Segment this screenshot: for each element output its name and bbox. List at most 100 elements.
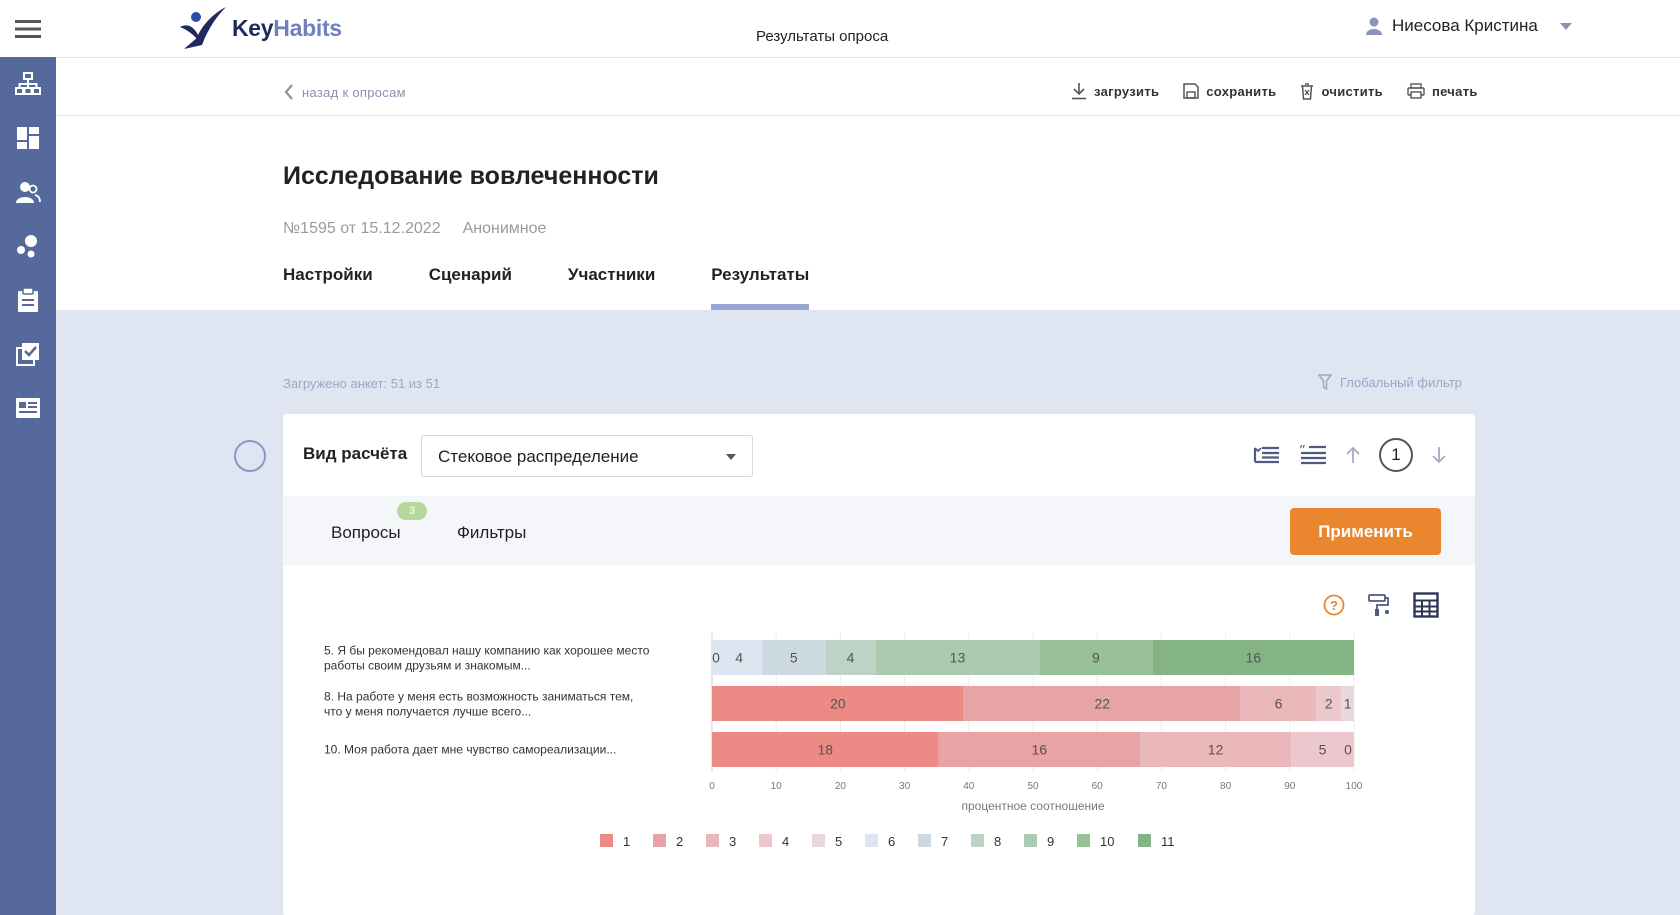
x-tick-label: 0 <box>709 781 715 792</box>
logo-key-text: Key <box>232 14 274 41</box>
svg-text:?: ? <box>1330 598 1338 613</box>
toolbar-actions: загрузить сохранить очистить печать <box>1071 82 1478 100</box>
bar-value-label: 13 <box>950 650 966 666</box>
x-tick-label: 60 <box>1092 781 1104 792</box>
bar-value-label: 22 <box>1094 696 1110 712</box>
legend-swatch <box>971 834 984 847</box>
chevron-left-icon <box>284 84 293 100</box>
apply-button[interactable]: Применить <box>1290 508 1441 555</box>
x-tick-label: 90 <box>1284 781 1296 792</box>
legend-swatch <box>918 834 931 847</box>
x-tick-label: 30 <box>899 781 911 792</box>
bar-value-label: 16 <box>1032 742 1048 758</box>
calc-type-select[interactable]: Стековое распределение <box>421 435 753 477</box>
filter-icon <box>1318 374 1332 390</box>
category-label: что у меня получается лучше всего... <box>324 705 531 719</box>
chart-tools: ? <box>1323 592 1439 618</box>
survey-title: Исследование вовлеченности <box>283 162 659 190</box>
tab-settings[interactable]: Настройки <box>283 263 373 310</box>
legend-label: 4 <box>782 834 789 849</box>
back-link-label: назад к опросам <box>302 84 406 100</box>
top-header: KeyHabits Результаты опроса Ниесова Крис… <box>56 0 1680 58</box>
logo-text: KeyHabits <box>232 15 342 42</box>
survey-meta: №1595 от 15.12.2022 Анонимное <box>283 220 546 238</box>
bar-value-label: 18 <box>818 742 834 758</box>
select-block-radio[interactable] <box>234 440 266 472</box>
back-to-surveys-link[interactable]: назад к опросам <box>284 84 406 100</box>
legend-swatch <box>812 834 825 847</box>
tab-scenario[interactable]: Сценарий <box>429 263 512 310</box>
paint-roller-icon[interactable] <box>1367 593 1391 617</box>
printer-icon <box>1407 83 1425 99</box>
download-button[interactable]: загрузить <box>1071 82 1159 100</box>
bar-value-label: 0 <box>712 650 720 666</box>
sidebar-item-tasks[interactable] <box>0 327 56 381</box>
calc-row: Вид расчёта Стековое распределение ” 1 <box>283 414 1475 494</box>
category-label: 5. Я бы рекомендовал нашу компанию как х… <box>324 644 650 658</box>
sidebar-item-dashboard[interactable] <box>0 111 56 165</box>
legend-label: 2 <box>676 834 683 849</box>
news-icon <box>16 398 40 418</box>
table-icon[interactable] <box>1413 592 1439 618</box>
dropdown-arrow-icon <box>726 454 736 460</box>
bar-value-label: 4 <box>735 650 743 666</box>
legend-label: 5 <box>835 834 842 849</box>
sidebar-item-surveys[interactable] <box>0 273 56 327</box>
x-tick-label: 80 <box>1220 781 1232 792</box>
x-tick-label: 20 <box>835 781 847 792</box>
tab-participants[interactable]: Участники <box>568 263 655 310</box>
clear-button[interactable]: очистить <box>1300 82 1383 100</box>
legend-swatch <box>1077 834 1090 847</box>
user-menu[interactable]: Ниесова Кристина <box>1366 16 1572 36</box>
category-label: 10. Моя работа дает мне чувство самореал… <box>324 743 616 757</box>
sidebar-item-users[interactable] <box>0 165 56 219</box>
survey-number: №1595 от 15.12.2022 <box>283 220 441 237</box>
bar-value-label: 12 <box>1208 742 1224 758</box>
org-chart-icon <box>15 72 41 95</box>
calc-type-value: Стековое распределение <box>438 447 639 466</box>
legend-label: 10 <box>1100 834 1114 849</box>
survey-type: Анонимное <box>462 220 547 237</box>
x-tick-label: 100 <box>1346 781 1363 792</box>
bar-value-label: 20 <box>830 696 846 712</box>
legend-swatch <box>759 834 772 847</box>
sidebar-item-analytics[interactable] <box>0 219 56 273</box>
svg-text:”: ” <box>1299 444 1306 459</box>
category-label: 8. На работе у меня есть возможность зан… <box>324 690 633 704</box>
questions-count-badge: 3 <box>397 502 427 520</box>
x-tick-label: 10 <box>771 781 783 792</box>
legend-label: 3 <box>729 834 736 849</box>
arrow-up-icon[interactable] <box>1345 446 1361 464</box>
download-label: загрузить <box>1094 83 1160 99</box>
sidebar-item-structure[interactable] <box>0 57 56 111</box>
bar-value-label: 16 <box>1246 650 1262 666</box>
save-label: сохранить <box>1206 83 1277 99</box>
global-filter-label: Глобальный фильтр <box>1340 374 1462 390</box>
page-title: Результаты опроса <box>756 28 889 45</box>
sidebar-item-news[interactable] <box>0 381 56 435</box>
print-button[interactable]: печать <box>1407 82 1478 100</box>
keyhabits-logo-icon <box>180 7 226 49</box>
bar-value-label: 1 <box>1344 696 1352 712</box>
x-tick-label: 50 <box>1027 781 1039 792</box>
print-label: печать <box>1431 83 1478 99</box>
block-number: 1 <box>1379 438 1413 472</box>
save-button[interactable]: сохранить <box>1183 82 1276 100</box>
bar-value-label: 9 <box>1092 650 1100 666</box>
hamburger-menu-button[interactable] <box>0 0 56 57</box>
tab-filters[interactable]: Фильтры <box>457 523 526 543</box>
tab-results[interactable]: Результаты <box>711 263 810 310</box>
logo[interactable]: KeyHabits <box>178 4 342 52</box>
global-filter-button[interactable]: Глобальный фильтр <box>1318 374 1462 390</box>
trash-icon <box>1301 82 1314 100</box>
help-icon[interactable]: ? <box>1323 594 1345 616</box>
legend-label: 1 <box>623 834 630 849</box>
x-tick-label: 70 <box>1156 781 1168 792</box>
quote-list-icon[interactable]: ” <box>1299 444 1327 466</box>
tab-questions[interactable]: Вопросы <box>331 523 401 543</box>
text-indent-icon[interactable] <box>1253 444 1281 466</box>
block-tools: ” 1 <box>1253 438 1447 472</box>
arrow-down-icon[interactable] <box>1431 446 1447 464</box>
clear-label: очистить <box>1321 83 1383 99</box>
bar-value-label: 0 <box>1344 742 1352 758</box>
